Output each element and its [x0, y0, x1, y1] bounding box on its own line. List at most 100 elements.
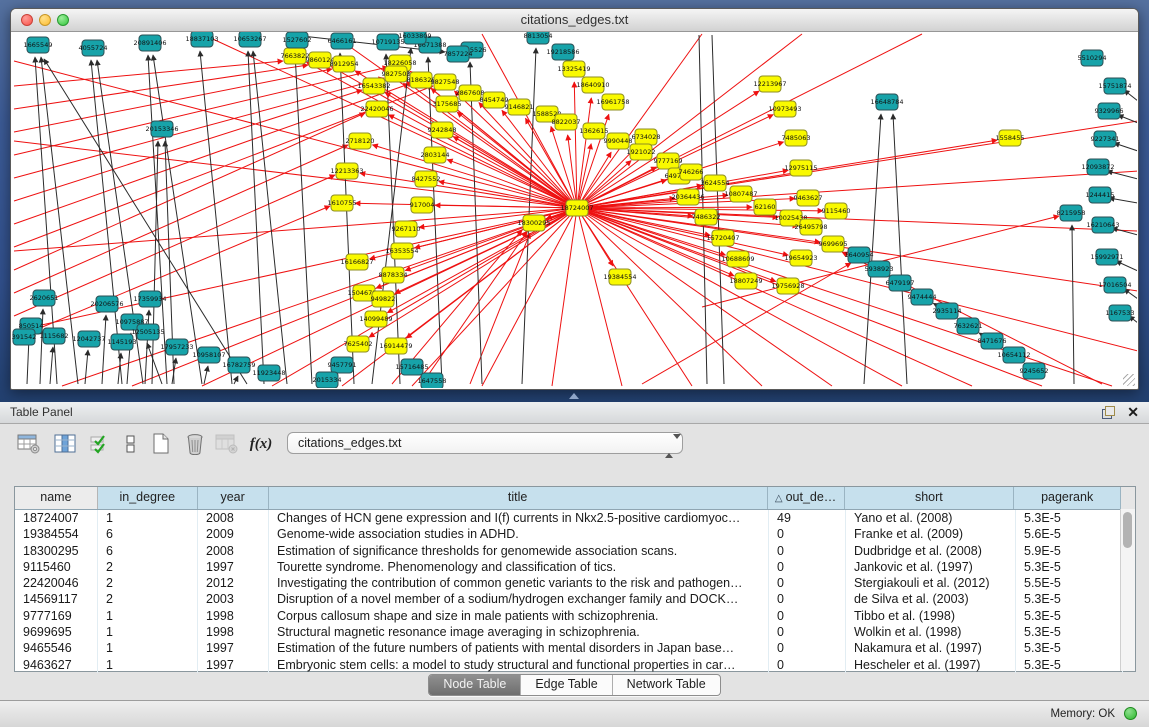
table-cell[interactable]: 2 — [98, 575, 198, 591]
function-builder-button[interactable]: f(x) — [248, 431, 274, 457]
table-cell[interactable]: 5.3E-5 — [1016, 657, 1123, 673]
delete-table-button-disabled[interactable] — [214, 431, 240, 457]
table-cell[interactable]: 18724007 — [15, 510, 98, 526]
table-cell[interactable]: Stergiakouli et al. (2012) — [846, 575, 1016, 591]
graph-node[interactable]: 2718120 — [346, 133, 375, 149]
table-cell[interactable]: 5.3E-5 — [1016, 608, 1123, 624]
graph-node[interactable]: 16648784 — [870, 94, 903, 110]
graph-node[interactable]: 9329966 — [1095, 103, 1124, 119]
table-row[interactable]: 946554611997Estimation of the future num… — [15, 640, 1135, 656]
graph-node[interactable]: 10688609 — [721, 251, 754, 267]
graph-node[interactable]: 12213967 — [753, 76, 786, 92]
graph-node[interactable]: 14099489 — [359, 311, 392, 327]
graph-node[interactable]: 9990448 — [604, 133, 633, 149]
graph-node[interactable]: 18807249 — [729, 273, 762, 289]
table-cell[interactable]: 6 — [98, 543, 198, 559]
graph-node[interactable]: 7857224 — [444, 46, 473, 62]
graph-node[interactable]: 10973493 — [768, 101, 801, 117]
graph-node[interactable]: 1145193 — [108, 334, 137, 350]
graph-node[interactable]: 6479197 — [886, 275, 915, 291]
table-cell[interactable]: 2009 — [198, 526, 269, 542]
graph-node[interactable]: 16782759 — [222, 357, 255, 373]
table-cell[interactable]: Tourette syndrome. Phenomenology and cla… — [269, 559, 769, 575]
graph-node[interactable]: 12213363 — [330, 163, 363, 179]
graph-node[interactable]: 16166827 — [340, 254, 373, 270]
table-row[interactable]: 1456911722003Disruption of a novel membe… — [15, 591, 1135, 607]
graph-node[interactable]: 16961758 — [596, 94, 629, 110]
table-cell[interactable]: 0 — [769, 559, 846, 575]
graph-node[interactable]: 1527602 — [283, 32, 312, 48]
graph-node[interactable]: 19384554 — [603, 269, 636, 285]
table-cell[interactable]: 2 — [98, 591, 198, 607]
table-row[interactable]: 911546021997Tourette syndrome. Phenomeno… — [15, 559, 1135, 575]
graph-node[interactable]: 7632621 — [954, 318, 983, 334]
graph-node[interactable]: 391542 — [12, 329, 36, 345]
tab-network-table[interactable]: Network Table — [612, 675, 720, 695]
column-header-title[interactable]: title — [269, 487, 768, 509]
table-row[interactable]: 969969511998Structural magnetic resonanc… — [15, 624, 1135, 640]
graph-node[interactable]: 1665549 — [24, 37, 53, 53]
column-header-pagerank[interactable]: pagerank — [1014, 487, 1121, 509]
table-row[interactable]: 1938455462009Genome-wide association stu… — [15, 526, 1135, 542]
graph-node[interactable]: 11923448 — [252, 365, 285, 381]
graph-node[interactable]: 8471676 — [978, 333, 1007, 349]
table-cell[interactable]: 2008 — [198, 510, 269, 526]
table-cell[interactable]: de Silva et al. (2003) — [846, 591, 1016, 607]
table-cell[interactable]: 1998 — [198, 608, 269, 624]
graph-node[interactable]: 4055724 — [79, 40, 108, 56]
graph-node[interactable]: 18837103 — [185, 32, 218, 47]
graph-node[interactable]: 9242848 — [428, 122, 457, 138]
graph-node[interactable]: 16353554 — [385, 243, 418, 259]
splitter-handle[interactable] — [569, 393, 579, 399]
graph-node[interactable]: 18640910 — [576, 77, 609, 93]
graph-node[interactable]: 8427552 — [412, 171, 441, 187]
table-cell[interactable]: Corpus callosum shape and size in male p… — [269, 608, 769, 624]
graph-node[interactable]: 746266 — [679, 164, 704, 180]
table-cell[interactable]: 1998 — [198, 624, 269, 640]
graph-node[interactable]: 20206576 — [90, 296, 123, 312]
table-cell[interactable]: 5.3E-5 — [1016, 559, 1123, 575]
table-cell[interactable]: 2012 — [198, 575, 269, 591]
table-cell[interactable]: 0 — [769, 608, 846, 624]
table-cell[interactable]: 1 — [98, 510, 198, 526]
table-cell[interactable]: 6 — [98, 526, 198, 542]
table-cell[interactable]: 2003 — [198, 591, 269, 607]
table-cell[interactable]: 1 — [98, 640, 198, 656]
graph-node[interactable]: 917004 — [410, 197, 435, 213]
graph-node[interactable]: 13325419 — [557, 61, 590, 77]
graph-node[interactable]: 1167533 — [1106, 305, 1135, 321]
graph-node[interactable]: 62160 — [754, 199, 776, 215]
table-cell[interactable]: 0 — [769, 624, 846, 640]
table-cell[interactable]: 5.9E-5 — [1016, 543, 1123, 559]
graph-node[interactable]: 9245652 — [1020, 363, 1049, 379]
graph-node[interactable]: 9227341 — [1091, 131, 1120, 147]
table-cell[interactable]: 19384554 — [15, 526, 98, 542]
table-row[interactable]: 1872400712008Changes of HCN gene express… — [15, 510, 1135, 526]
table-cell[interactable]: Embryonic stem cells: a model to study s… — [269, 657, 769, 673]
graph-node[interactable]: 3175685 — [433, 96, 462, 112]
table-cell[interactable]: Disruption of a novel member of a sodium… — [269, 591, 769, 607]
graph-node[interactable]: 9777169 — [654, 153, 683, 169]
graph-node[interactable]: 16210643 — [1086, 217, 1119, 233]
graph-node[interactable]: 20891406 — [133, 35, 166, 51]
graph-node[interactable]: 1610755 — [328, 195, 357, 211]
table-cell[interactable]: 14569117 — [15, 591, 98, 607]
network-window-titlebar[interactable]: citations_edges.txt — [11, 9, 1138, 32]
table-cell[interactable]: 1 — [98, 608, 198, 624]
graph-node[interactable]: 10807487 — [724, 186, 757, 202]
show-column-button[interactable] — [52, 431, 78, 457]
close-panel-icon[interactable]: ✕ — [1127, 404, 1139, 421]
table-cell[interactable]: 5.3E-5 — [1016, 510, 1123, 526]
graph-node[interactable]: 5938923 — [865, 261, 894, 277]
table-cell[interactable]: Hescheler et al. (1997) — [846, 657, 1016, 673]
window-resize-grip[interactable] — [1123, 374, 1135, 386]
graph-node[interactable]: 2015334 — [313, 372, 342, 388]
graph-node[interactable]: 6466161 — [328, 33, 357, 49]
table-cell[interactable]: 5.6E-5 — [1016, 526, 1123, 542]
graph-node[interactable]: 7625402 — [344, 336, 373, 352]
table-cell[interactable]: Structural magnetic resonance image aver… — [269, 624, 769, 640]
graph-node[interactable]: 8878334 — [379, 267, 408, 283]
table-row[interactable]: 946362711997Embryonic stem cells: a mode… — [15, 657, 1135, 673]
table-cell[interactable]: 49 — [769, 510, 846, 526]
table-cell[interactable]: Tibbo et al. (1998) — [846, 608, 1016, 624]
